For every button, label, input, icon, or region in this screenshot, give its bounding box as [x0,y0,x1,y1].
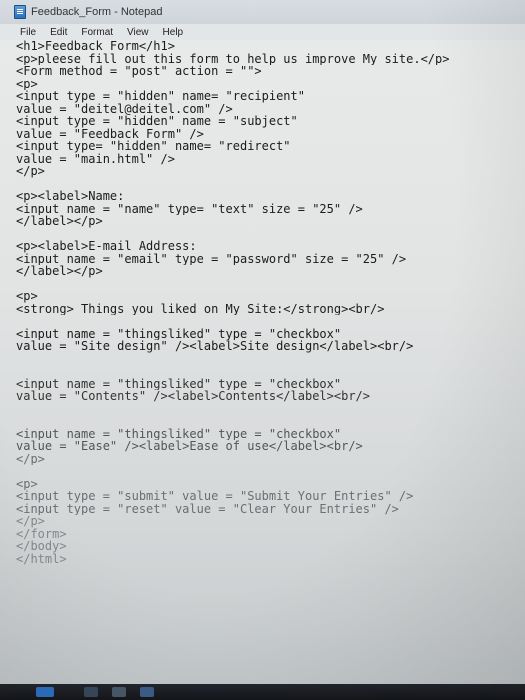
menu-file[interactable]: File [18,27,38,38]
code-line: <p> [16,477,38,490]
start-button-icon[interactable] [36,687,54,697]
code-line: </label></p> [16,215,103,228]
code-line: <input name = "thingsliked" type = "chec… [16,327,342,340]
code-line: <Form method = "post" action = ""> [16,65,262,78]
code-line: <p>pleese fill out this form to help us … [16,52,450,65]
code-line: <input type = "hidden" name = "subject" [16,115,298,128]
code-line: <h1>Feedback Form</h1> [16,40,175,53]
code-line: <strong> Things you liked on My Site:</s… [16,302,385,315]
window-title: Feedback_Form - Notepad [31,6,163,18]
code-line: <input type = "hidden" name= "recipient" [16,90,305,103]
text-editor-area[interactable]: <h1>Feedback Form</h1> <p>pleese fill out… [0,40,525,680]
code-line: value = "Site design" /><label>Site desi… [16,340,414,353]
code-line: <p><label>Name: [16,190,125,203]
code-line: value = "main.html" /> [16,152,175,165]
code-line: <p><label>E-mail Address: [16,240,197,253]
taskbar-app-icon[interactable] [84,687,98,697]
code-line: value = "Ease" /><label>Ease of use</lab… [16,440,363,453]
title-bar[interactable]: Feedback_Form - Notepad [0,0,525,24]
code-line: <input type = "reset" value = "Clear You… [16,502,399,515]
code-line: <input type = "submit" value = "Submit Y… [16,490,414,503]
menu-view[interactable]: View [125,27,151,38]
code-line: <p> [16,77,38,90]
code-line: </form> [16,527,67,540]
code-line: </p> [16,452,45,465]
menu-bar: File Edit Format View Help [0,24,525,40]
code-line: <input type= "hidden" name= "redirect" [16,140,291,153]
menu-format[interactable]: Format [79,27,115,38]
code-line: </label></p> [16,265,103,278]
code-line: </p> [16,515,45,528]
taskbar [0,684,525,700]
code-line: value = "deitel@deitel.com" /> [16,102,233,115]
code-line: <input name = "email" type = "password" … [16,252,407,265]
menu-help[interactable]: Help [161,27,186,38]
code-line: value = "Feedback Form" /> [16,127,204,140]
notepad-icon [14,5,26,19]
code-line: <input name = "thingsliked" type = "chec… [16,377,342,390]
taskbar-app-icon[interactable] [140,687,154,697]
code-line: <input name = "name" type= "text" size =… [16,202,363,215]
code-line: </p> [16,165,45,178]
taskbar-app-icon[interactable] [112,687,126,697]
code-line: <p> [16,290,38,303]
code-line: </html> [16,552,67,565]
code-line: </body> [16,540,67,553]
screen: Feedback_Form - Notepad File Edit Format… [0,0,525,700]
code-line: value = "Contents" /><label>Contents</la… [16,390,371,403]
code-line: <input name = "thingsliked" type = "chec… [16,427,342,440]
menu-edit[interactable]: Edit [48,27,69,38]
